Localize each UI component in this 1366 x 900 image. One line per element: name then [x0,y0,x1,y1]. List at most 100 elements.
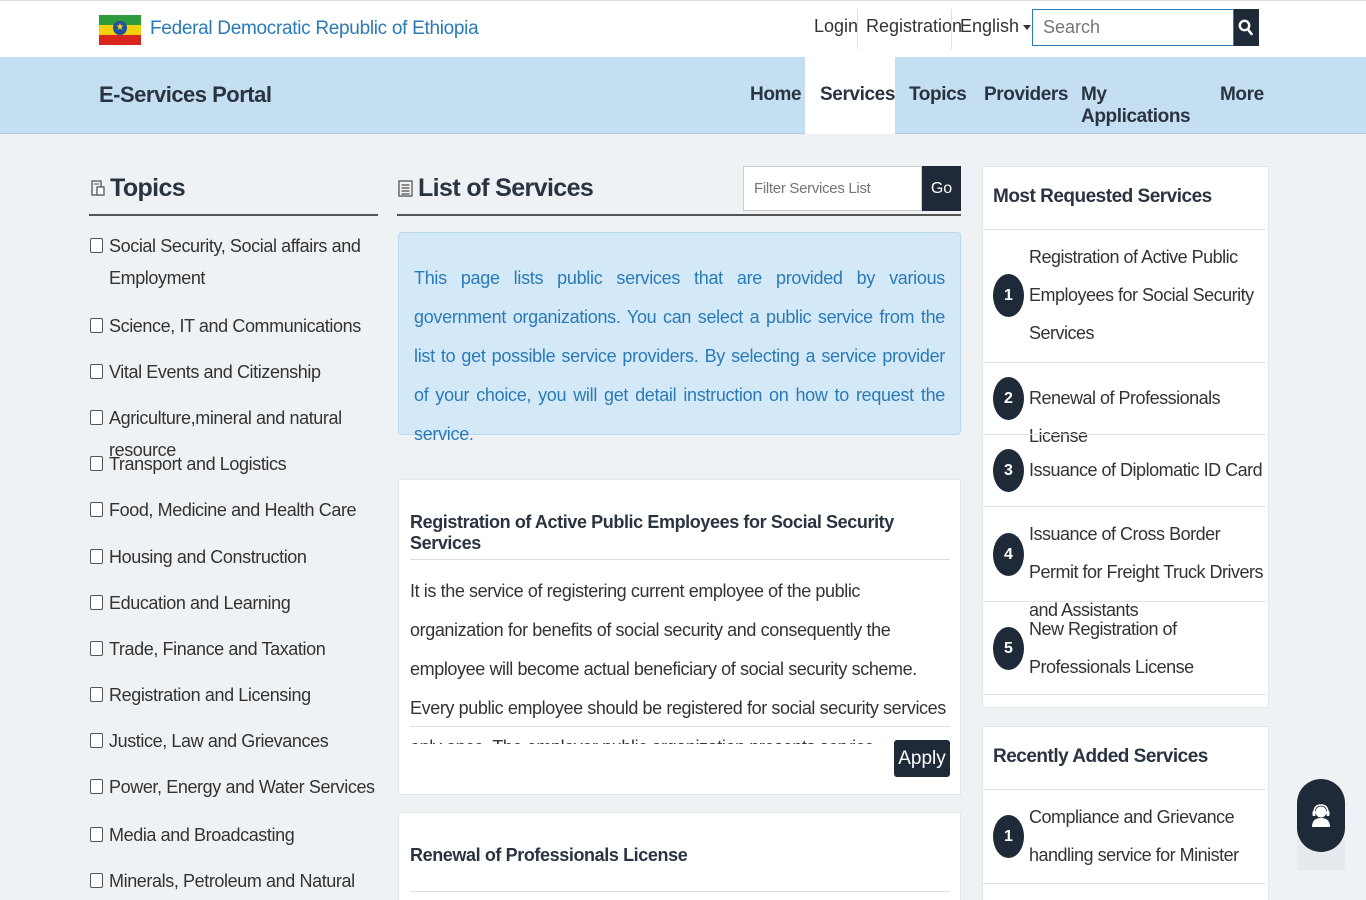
topic-checkbox[interactable] [90,238,103,253]
list-item[interactable]: 3 Issuance of Diplomatic ID Card [983,434,1266,506]
topic-item[interactable]: Power, Energy and Water Services [89,771,378,803]
topic-checkbox[interactable] [90,595,103,610]
service-card: Renewal of Professionals License [398,812,961,900]
filter-services-input[interactable] [743,166,922,211]
most-requested-panel: Most Requested Services 1 Registration o… [982,166,1269,708]
main-navbar: E-Services Portal Home Services Topics P… [0,57,1366,134]
nav-services[interactable]: Services [805,57,895,134]
topic-label: Justice, Law and Grievances [109,731,329,751]
topic-checkbox[interactable] [90,410,103,425]
services-title: List of Services [418,174,594,202]
country-name-link[interactable]: Federal Democratic Republic of Ethiopia [150,18,479,40]
search-icon [1238,19,1253,36]
nav-my-applications[interactable]: My Applications [1066,57,1205,134]
topic-checkbox[interactable] [90,456,103,471]
rank-badge: 4 [993,533,1024,576]
nav-topics[interactable]: Topics [895,57,969,134]
most-requested-title: Most Requested Services [993,186,1212,207]
filter-go-button[interactable]: Go [922,166,961,211]
topic-checkbox[interactable] [90,318,103,333]
topics-header: Topics [89,172,378,216]
portal-brand[interactable]: E-Services Portal [99,82,272,108]
list-icon [398,180,413,197]
topic-label: Housing and Construction [109,547,307,567]
topic-label: Science, IT and Communications [109,316,361,336]
recently-added-panel: Recently Added Services 1 Compliance and… [982,726,1269,900]
topics-title: Topics [110,174,186,202]
nav-more[interactable]: More [1205,57,1265,134]
divider [410,559,950,560]
topic-item[interactable]: Vital Events and Citizenship [89,356,378,388]
topic-checkbox[interactable] [90,364,103,379]
ethiopia-flag-icon: ★ [99,15,141,45]
topic-label: Trade, Finance and Taxation [109,639,326,659]
list-item[interactable]: 4 Issuance of Cross Border Permit for Fr… [983,506,1266,620]
topic-label: Minerals, Petroleum and Natural Gas [109,871,355,891]
language-dropdown[interactable]: English [960,16,1032,37]
topic-label: Power, Energy and Water Services [109,777,375,797]
list-item[interactable]: 1 Registration of Active Public Employee… [983,229,1266,362]
nav-providers[interactable]: Providers [970,57,1068,134]
topic-item[interactable]: Social Security, Social affairs and Empl… [89,230,378,294]
rank-badge: 5 [993,627,1024,670]
topic-label: Media and Broadcasting [109,825,295,845]
topic-checkbox[interactable] [90,733,103,748]
caret-down-icon [1023,24,1032,30]
topic-item[interactable]: Food, Medicine and Health Care [89,494,378,526]
topic-label: Registration and Licensing [109,685,311,705]
topic-label: Food, Medicine and Health Care [109,500,357,520]
topic-label: Transport and Logistics [109,454,287,474]
service-link[interactable]: Issuance of Diplomatic ID Card [1029,451,1265,489]
list-item[interactable]: 1 Compliance and Grievance handling serv… [983,789,1266,884]
topic-item[interactable]: Justice, Law and Grievances [89,725,378,757]
topic-item[interactable]: Registration and Licensing [89,679,378,711]
topic-checkbox[interactable] [90,873,103,888]
topic-checkbox[interactable] [90,687,103,702]
language-label: English [960,16,1020,36]
topic-item[interactable]: Transport and Logistics [89,448,378,480]
registration-link[interactable]: Registration [866,16,962,37]
apply-button[interactable]: Apply [894,740,950,777]
login-link[interactable]: Login [814,16,858,37]
topic-item[interactable]: Minerals, Petroleum and Natural Gas [89,865,378,900]
topic-item[interactable]: Housing and Construction [89,541,378,573]
support-chat-button[interactable] [1297,779,1345,852]
service-link[interactable]: New Registration of Professionals Licens… [1029,610,1265,686]
search-input[interactable] [1032,9,1234,46]
service-card: Registration of Active Public Employees … [398,479,961,795]
topic-item[interactable]: Trade, Finance and Taxation [89,633,378,665]
rank-badge: 1 [993,274,1024,317]
topic-item[interactable]: Science, IT and Communications [89,310,378,342]
topics-icon [91,180,105,196]
rank-badge: 3 [993,449,1024,492]
recently-added-title: Recently Added Services [993,746,1208,767]
list-item[interactable]: 2 Renewal of Professionals License [983,362,1266,446]
support-agent-icon [1312,804,1330,827]
top-bar: ★ Federal Democratic Republic of Ethiopi… [0,0,1366,57]
topic-checkbox[interactable] [90,641,103,656]
rank-badge: 1 [993,815,1024,858]
service-link[interactable]: Registration of Active Public Employees … [1029,238,1265,352]
search-button[interactable] [1234,9,1259,46]
list-item[interactable]: 5 New Registration of Professionals Lice… [983,601,1266,695]
rank-badge: 2 [993,377,1024,420]
topic-checkbox[interactable] [90,549,103,564]
divider [951,9,952,49]
service-card-title[interactable]: Registration of Active Public Employees … [410,512,960,554]
service-card-description: It is the service of registering current… [410,581,946,744]
topic-checkbox[interactable] [90,502,103,517]
service-link[interactable]: Compliance and Grievance handling servic… [1029,798,1265,874]
topic-item[interactable]: Education and Learning [89,587,378,619]
topic-label: Vital Events and Citizenship [109,362,321,382]
divider [410,891,950,892]
nav-home[interactable]: Home [736,57,804,134]
topic-label: Education and Learning [109,593,291,613]
services-info-box: This page lists public services that are… [398,232,961,444]
topic-checkbox[interactable] [90,779,103,794]
service-card-title[interactable]: Renewal of Professionals License [410,845,688,866]
topic-label: Social Security, Social affairs and Empl… [109,236,361,288]
topic-checkbox[interactable] [90,827,103,842]
divider [410,726,950,727]
topic-item[interactable]: Media and Broadcasting [89,819,378,851]
divider [857,9,858,49]
